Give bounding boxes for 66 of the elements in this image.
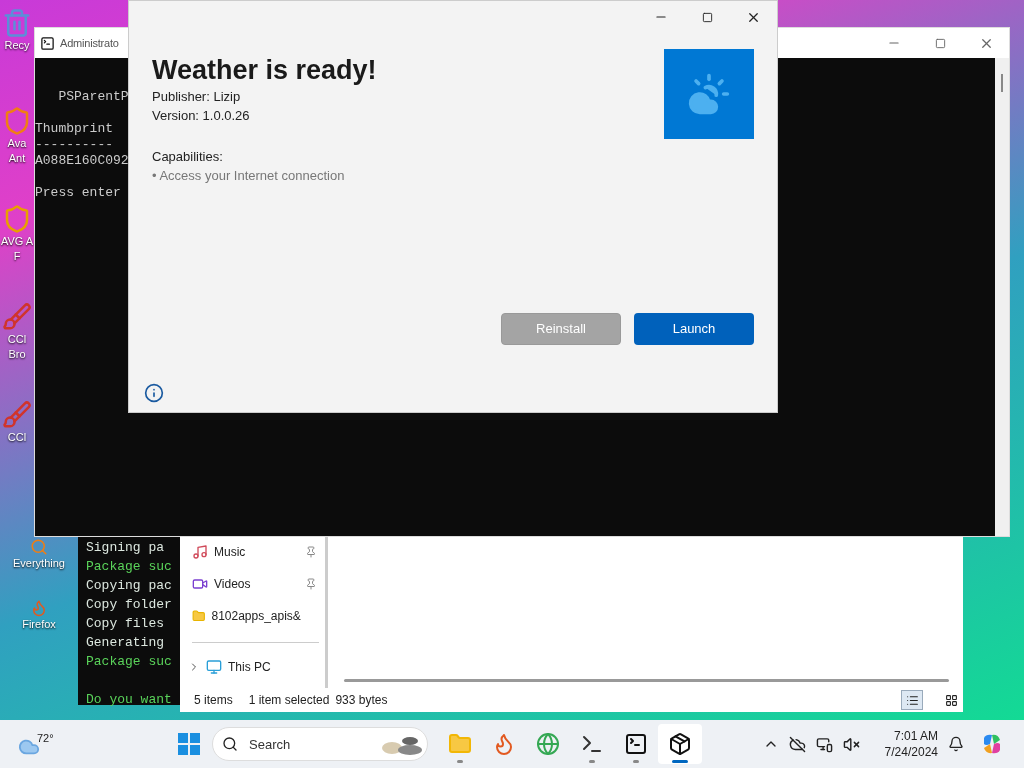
info-icon[interactable] — [144, 383, 164, 403]
icon-label: Bro — [8, 347, 26, 362]
publisher-text: Publisher: Lizip — [152, 88, 242, 106]
clock[interactable]: 7:01 AM 7/24/2024 — [868, 728, 938, 760]
icon-label: AVG A — [0, 234, 34, 249]
window-title: Administrato — [60, 35, 119, 51]
nav-item[interactable]: Videos — [192, 568, 325, 600]
temperature-text: 72° — [37, 731, 54, 746]
folder-icon — [448, 732, 472, 756]
console-icon — [624, 732, 648, 756]
console-line: Press enter — [35, 185, 121, 201]
music-icon — [192, 544, 208, 560]
taskbar-app[interactable] — [658, 724, 702, 764]
maximize-icon — [934, 37, 946, 49]
dialog-title: Weather is ready! — [152, 54, 378, 87]
console-line: A088E160C092 — [35, 153, 129, 169]
icon-label: Everything — [13, 556, 65, 571]
status-text: 1 item selected — [248, 692, 330, 709]
console-line: ---------- — [35, 137, 113, 153]
version-text: Version: 1.0.0.26 — [152, 107, 251, 125]
capability-item: • Access your Internet connection — [152, 167, 346, 185]
nav-item[interactable]: This PC — [188, 653, 325, 681]
scrollbar-thumb[interactable] — [1001, 74, 1003, 92]
weather-icon — [687, 72, 731, 116]
launch-button[interactable]: Launch — [634, 313, 754, 345]
bell-icon[interactable] — [948, 736, 964, 752]
maximize-icon — [701, 11, 713, 23]
video-icon — [192, 576, 208, 592]
icon-label: Ava — [7, 136, 27, 151]
icon-label: CCl — [7, 332, 27, 347]
search-field[interactable]: Search — [212, 727, 428, 761]
terminal-line: Copy files — [86, 615, 164, 633]
console-icon — [40, 35, 55, 51]
capabilities-label: Capabilities: — [152, 148, 224, 166]
status-text: 933 bytes — [335, 692, 388, 709]
package-icon — [668, 732, 692, 756]
console-line: Thumbprint — [35, 121, 113, 137]
icon-label: Ant — [8, 151, 26, 166]
terminal-line: Do you want — [86, 691, 172, 709]
grid-icon — [944, 693, 958, 707]
nav-item[interactable]: 8102apps_apis& — [192, 600, 325, 632]
folder-icon — [192, 608, 206, 624]
globe-icon — [536, 732, 560, 756]
horizontal-scrollbar[interactable] — [344, 679, 949, 682]
pin-icon — [305, 578, 317, 590]
search-icon — [222, 736, 238, 752]
terminal-line: Package suc — [86, 653, 172, 671]
mute-icon[interactable] — [843, 735, 860, 753]
console-line: PSParentP — [57, 89, 129, 105]
icon-label: Recy — [4, 38, 30, 53]
terminal-line: Copy folder — [86, 596, 172, 614]
terminal-line: Generating — [86, 634, 164, 652]
status-text: 5 items — [194, 692, 233, 709]
cloud-off-icon[interactable] — [789, 735, 806, 753]
view-toggle[interactable] — [901, 690, 923, 710]
list-icon — [905, 693, 919, 707]
terminal-line: Package suc — [86, 558, 172, 576]
pin-icon — [305, 546, 317, 558]
terminal-line: Signing pa — [86, 539, 164, 557]
icon-label: CCl — [7, 430, 27, 445]
icon-label: F — [13, 249, 21, 264]
display-icon[interactable] — [816, 735, 833, 753]
icon-label: Firefox — [22, 617, 56, 632]
nav-item[interactable]: Music — [192, 536, 325, 568]
monitor-icon — [206, 659, 222, 675]
terminal-line: Copying pac — [86, 577, 172, 595]
